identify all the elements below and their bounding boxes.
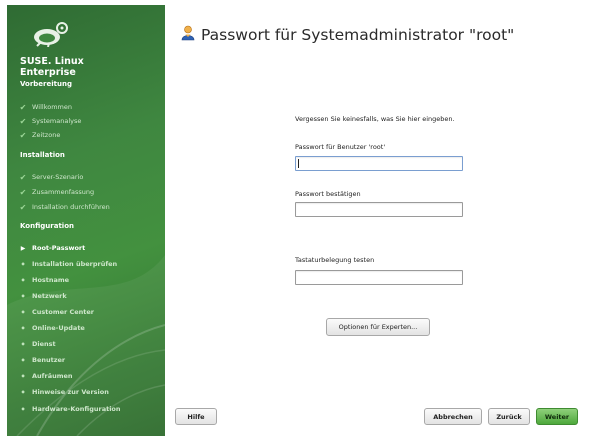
info-text: Vergessen Sie keinesfalls, was Sie hier … [295, 115, 455, 123]
step-timezone: ✔ Zeitzone [18, 129, 61, 141]
password-input[interactable] [296, 164, 462, 177]
page-title: Passwort für Systemadministrator "root" [201, 26, 515, 44]
step-label: Willkommen [32, 103, 72, 111]
cancel-button[interactable]: Abbrechen [424, 408, 482, 425]
help-button[interactable]: Hilfe [175, 408, 217, 425]
current-step-arrow-icon: ▶ [20, 244, 26, 252]
checkmark-icon: ✔ [19, 187, 27, 197]
step-label: Netzwerk [32, 292, 67, 300]
step-welcome: ✔ Willkommen [18, 101, 72, 113]
step-label: Server-Szenario [32, 173, 84, 181]
sidebar: SUSE. Linux Enterprise Vorbereitung ✔ Wil… [7, 5, 165, 436]
step-online-update: • Online-Update [18, 322, 85, 334]
step-label: Installation durchführen [32, 203, 110, 211]
step-users: • Benutzer [18, 354, 65, 366]
step-label: Aufräumen [32, 372, 73, 380]
checkmark-icon: ✔ [19, 202, 27, 212]
step-label: Dienst [32, 340, 56, 348]
bullet-icon: • [20, 291, 26, 301]
step-release-notes: • Hinweise zur Version [18, 386, 109, 398]
keyboard-test-input[interactable] [296, 278, 462, 291]
keyboard-test-label: Tastaturbelegung testen [295, 256, 375, 264]
step-label: Hinweise zur Version [32, 388, 109, 396]
step-label: Zeitzone [32, 131, 61, 139]
page-header: Passwort für Systemadministrator "root" [181, 25, 514, 45]
step-server-scenario: ✔ Server-Szenario [18, 171, 84, 183]
suse-logo [31, 19, 71, 51]
section-preparation: Vorbereitung [20, 80, 72, 88]
step-label: Benutzer [32, 356, 66, 364]
step-label: Online-Update [32, 324, 85, 332]
confirm-password-input[interactable] [296, 210, 462, 223]
bullet-icon: • [20, 275, 26, 285]
bullet-icon: • [20, 339, 26, 349]
step-system-analysis: ✔ Systemanalyse [18, 115, 82, 127]
step-label: Hardware-Konfiguration [32, 405, 121, 413]
checkmark-icon: ✔ [19, 102, 27, 112]
user-icon [181, 25, 195, 45]
password-field[interactable] [295, 156, 463, 177]
step-cleanup: • Aufräumen [18, 370, 73, 382]
step-service: • Dienst [18, 338, 56, 350]
step-hostname: • Hostname [18, 274, 69, 286]
step-label: Systemanalyse [32, 117, 82, 125]
back-button[interactable]: Zurück [488, 408, 530, 425]
bullet-icon: • [20, 404, 26, 414]
checkmark-icon: ✔ [19, 172, 27, 182]
bullet-icon: • [20, 259, 26, 269]
bullet-icon: • [20, 355, 26, 365]
bullet-icon: • [20, 371, 26, 381]
step-label: Hostname [32, 276, 70, 284]
step-summary: ✔ Zusammenfassung [18, 186, 95, 198]
step-label: Customer Center [32, 308, 95, 316]
checkmark-icon: ✔ [19, 116, 27, 126]
step-check-installation: • Installation überprüfen [18, 258, 117, 270]
brand-line-1: SUSE. Linux [20, 56, 84, 67]
step-root-password: ▶ Root-Passwort [18, 242, 86, 254]
bullet-icon: • [20, 307, 26, 317]
step-label: Root-Passwort [32, 244, 86, 252]
confirm-password-field[interactable] [295, 202, 463, 223]
keyboard-test-field[interactable] [295, 270, 463, 291]
step-label: Installation überprüfen [32, 260, 118, 268]
step-customer-center: • Customer Center [18, 306, 94, 318]
checkmark-icon: ✔ [19, 130, 27, 140]
bullet-icon: • [20, 387, 26, 397]
expert-options-button[interactable]: Optionen für Experten... [326, 318, 430, 336]
brand-name: SUSE. Linux Enterprise [20, 56, 84, 78]
confirm-password-label: Passwort bestätigen [295, 190, 361, 198]
step-perform-installation: ✔ Installation durchführen [18, 201, 110, 213]
step-network: • Netzwerk [18, 290, 67, 302]
step-label: Zusammenfassung [32, 188, 95, 196]
main-content: Passwort für Systemadministrator "root" … [165, 5, 587, 436]
text-caret [298, 159, 299, 168]
next-button[interactable]: Weiter [536, 408, 578, 425]
section-installation: Installation [20, 151, 65, 159]
installer-window: SUSE. Linux Enterprise Vorbereitung ✔ Wil… [0, 0, 594, 437]
brand-line-2: Enterprise [20, 67, 76, 78]
section-configuration: Konfiguration [20, 222, 74, 230]
step-hardware-configuration: • Hardware-Konfiguration [18, 403, 121, 415]
bullet-icon: • [20, 323, 26, 333]
password-label: Passwort für Benutzer 'root' [295, 143, 386, 151]
